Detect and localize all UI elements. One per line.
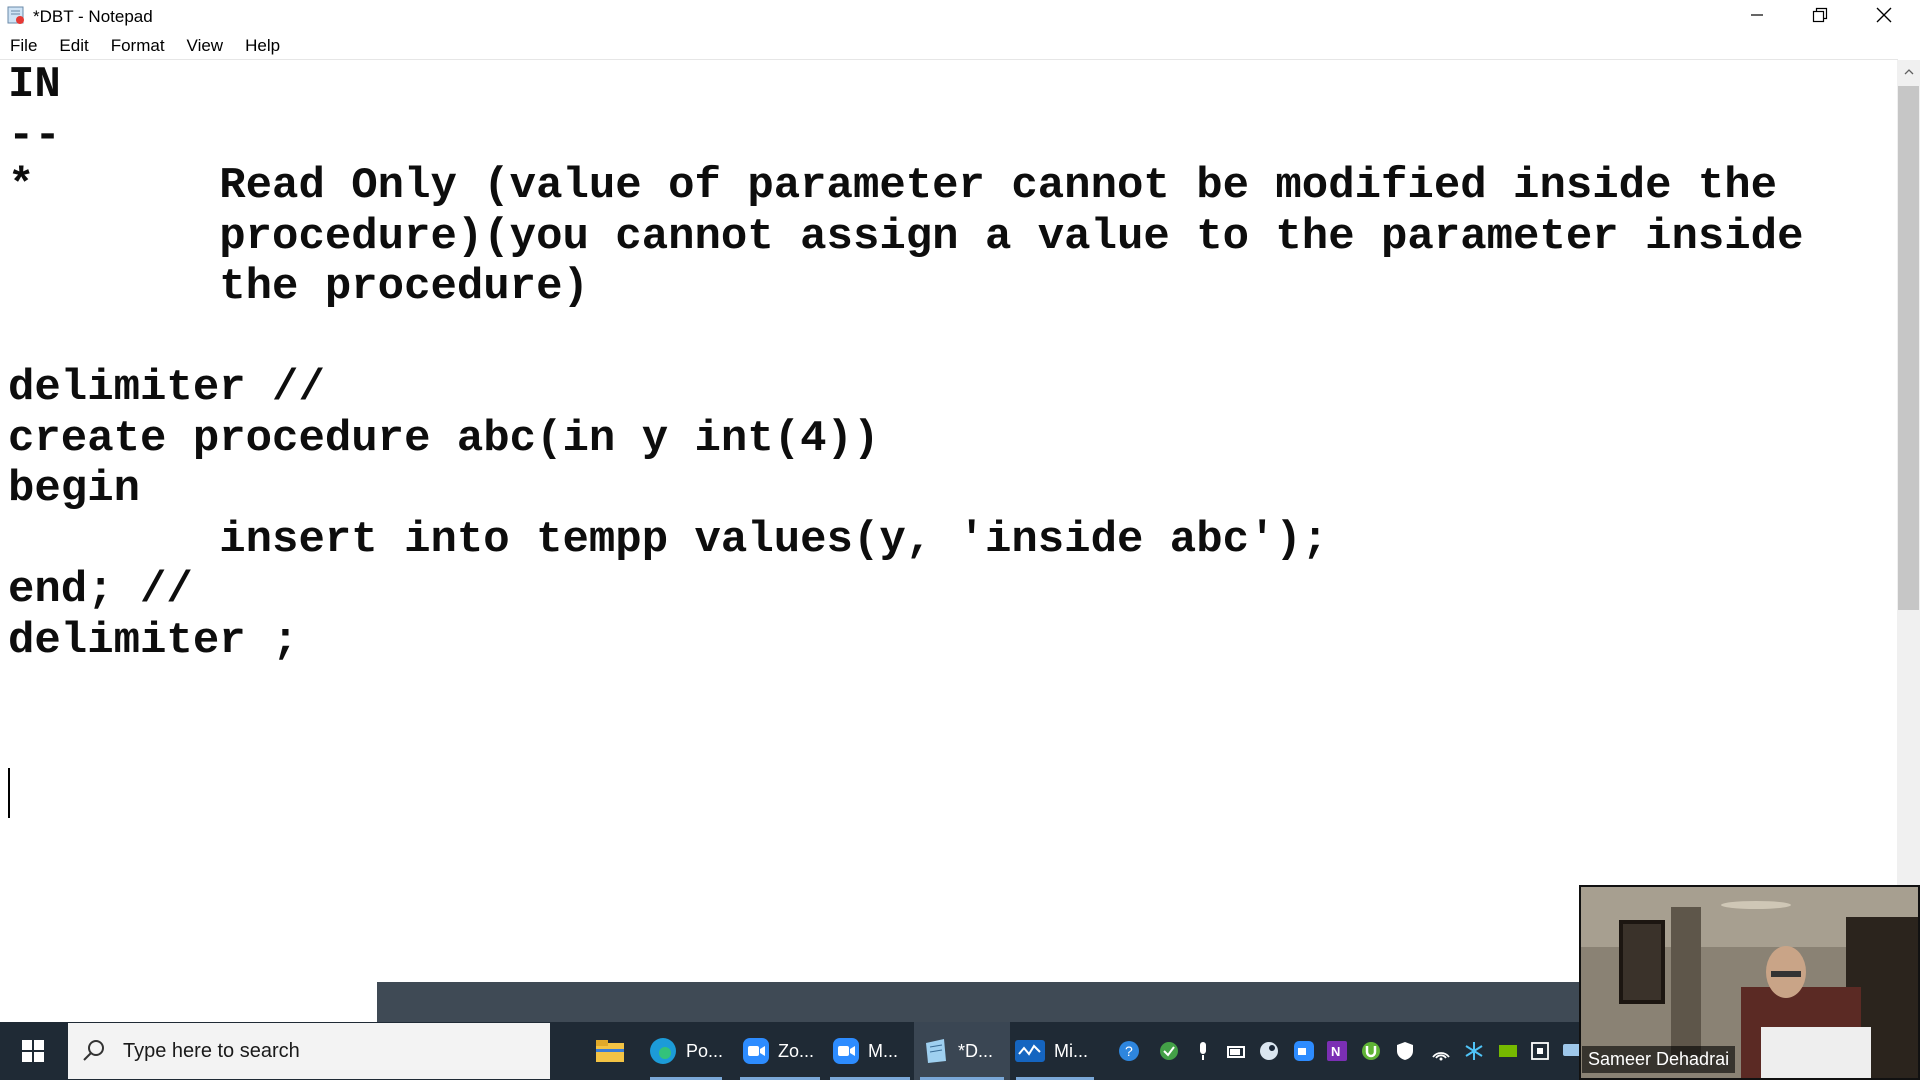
minimize-button[interactable]	[1727, 0, 1787, 30]
security-check-icon[interactable]	[1158, 1040, 1180, 1062]
search-placeholder: Type here to search	[123, 1040, 300, 1062]
scrollbar-thumb[interactable]	[1898, 86, 1919, 610]
editor-line: delimiter //	[8, 363, 325, 413]
taskbar-app-zoom[interactable]: Zo...	[734, 1022, 826, 1080]
torrent-icon[interactable]	[1360, 1040, 1382, 1062]
menu-edit[interactable]: Edit	[48, 32, 99, 58]
onenote-icon[interactable]: N	[1326, 1040, 1348, 1062]
taskbar-app-whiteboard[interactable]: Mi...	[1010, 1022, 1100, 1080]
participant-name: Sameer Dehadrai	[1582, 1046, 1736, 1073]
text-caret	[8, 768, 10, 818]
whiteboard-icon	[1015, 1040, 1045, 1062]
minimize-icon	[1751, 14, 1763, 16]
snowflake-icon[interactable]	[1463, 1040, 1485, 1062]
restore-button[interactable]	[1790, 0, 1850, 30]
nvidia-icon[interactable]	[1497, 1040, 1519, 1062]
title-bar: *DBT - Notepad	[0, 0, 1920, 32]
menu-bar: File Edit Format View Help	[0, 32, 1920, 58]
microphone-icon[interactable]	[1192, 1040, 1214, 1062]
editor-line: delimiter ;	[8, 616, 299, 666]
shield-icon[interactable]	[1394, 1040, 1416, 1062]
steam-icon[interactable]	[1258, 1040, 1280, 1062]
editor-line: end; //	[8, 565, 193, 615]
taskbar-app-label: Zo...	[778, 1040, 815, 1061]
zoom-meeting-icon	[833, 1038, 859, 1064]
menu-format[interactable]: Format	[100, 32, 176, 58]
zoom-icon	[743, 1038, 769, 1064]
taskbar-app-label: Po...	[686, 1040, 724, 1061]
app-tray-icon[interactable]	[1529, 1040, 1551, 1062]
close-button[interactable]	[1854, 0, 1914, 30]
taskbar-app-zoom-meeting[interactable]: M...	[824, 1022, 916, 1080]
chevron-up-icon	[1904, 69, 1913, 75]
svg-text:?: ?	[1125, 1043, 1133, 1059]
editor-line: IN	[8, 60, 61, 110]
windows-logo-icon	[22, 1040, 44, 1062]
notepad-icon	[926, 1039, 946, 1063]
svg-text:N: N	[1331, 1044, 1340, 1059]
editor-line: begin	[8, 464, 141, 514]
screen-share-strip	[377, 982, 1580, 1022]
taskbar-app-edge[interactable]: Po...	[644, 1022, 728, 1080]
scroll-up-button[interactable]	[1898, 62, 1919, 82]
menu-view[interactable]: View	[176, 32, 235, 58]
taskbar-app-file-explorer[interactable]	[586, 1022, 634, 1080]
menu-help[interactable]: Help	[234, 32, 291, 58]
close-icon	[1876, 7, 1892, 23]
editor-line: create procedure abc(in y int(4))	[8, 414, 880, 464]
start-button[interactable]	[0, 1022, 66, 1080]
notepad-app-icon[interactable]	[6, 5, 26, 25]
taskbar-app-label: *D...	[958, 1040, 994, 1061]
wifi-icon[interactable]	[1430, 1040, 1452, 1062]
window-title: *DBT - Notepad	[33, 7, 153, 26]
battery-icon[interactable]	[1225, 1040, 1247, 1062]
edge-icon	[650, 1038, 676, 1064]
menu-file[interactable]: File	[0, 32, 48, 58]
help-icon[interactable]: ?	[1118, 1040, 1140, 1062]
restore-icon	[1812, 7, 1828, 23]
text-editor[interactable]: IN -- * Read Only (value of parameter ca…	[8, 60, 1888, 1020]
editor-line: --	[8, 111, 61, 161]
zoom-tray-icon[interactable]	[1293, 1040, 1315, 1062]
folder-icon	[596, 1040, 624, 1062]
editor-line: the procedure)	[8, 262, 589, 312]
taskbar-search-box[interactable]: Type here to search	[68, 1023, 550, 1079]
editor-line: procedure)(you cannot assign a value to …	[8, 212, 1804, 262]
editor-line: insert into tempp values(y, 'inside abc'…	[8, 515, 1329, 565]
taskbar-app-notepad[interactable]: *D...	[914, 1022, 1010, 1080]
taskbar-app-label: Mi...	[1054, 1040, 1088, 1061]
editor-line: * Read Only (value of parameter cannot b…	[8, 161, 1778, 211]
taskbar-app-label: M...	[868, 1040, 898, 1061]
search-icon	[83, 1040, 104, 1061]
